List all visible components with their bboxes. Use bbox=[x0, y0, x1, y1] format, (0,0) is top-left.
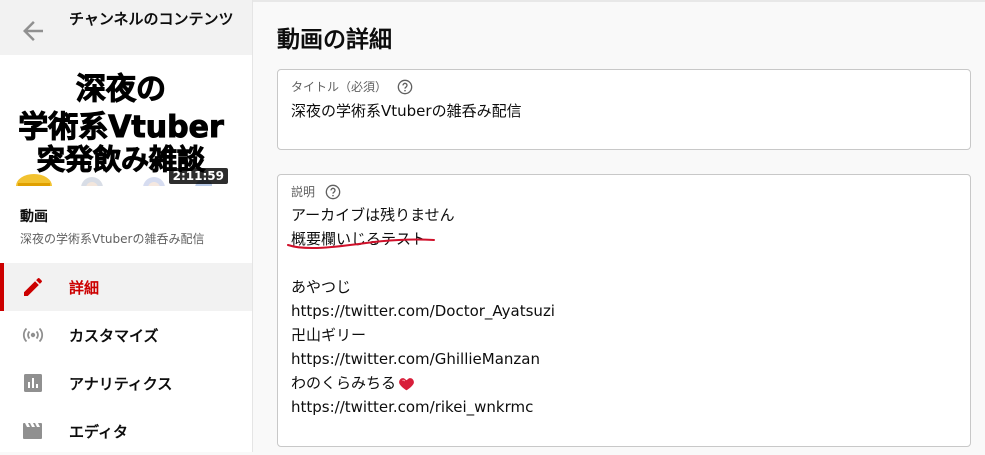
description-line-with-emoji: わのくらみちる bbox=[291, 371, 555, 395]
description-field[interactable]: 説明 アーカイブは残りません 概要欄いじるテスト あやつじ https://tw… bbox=[277, 174, 971, 447]
help-icon[interactable] bbox=[397, 79, 413, 95]
title-field[interactable]: タイトル（必須） 深夜の学術系Vtuberの雑呑み配信 bbox=[277, 69, 971, 150]
title-field-label-row: タイトル（必須） bbox=[291, 78, 413, 95]
nav-item-label: カスタマイズ bbox=[69, 326, 159, 345]
page-title: 動画の詳細 bbox=[277, 27, 392, 53]
description-line: アーカイブは残りません bbox=[291, 206, 455, 224]
description-line: 卍山ギリー bbox=[291, 326, 367, 344]
sidebar-header: チャンネルのコンテンツ bbox=[0, 0, 252, 55]
broadcast-icon bbox=[22, 327, 44, 343]
video-thumbnail[interactable]: 深夜の 学術系Vtuber 突発飲み雑談 2:11:59 bbox=[12, 62, 230, 186]
description-line: https://twitter.com/Doctor_Ayatsuzi bbox=[291, 302, 555, 320]
video-duration-badge: 2:11:59 bbox=[168, 168, 228, 184]
title-field-label: タイトル（必須） bbox=[291, 80, 388, 94]
title-input[interactable]: 深夜の学術系Vtuberの雑呑み配信 bbox=[291, 100, 522, 121]
nav-item-label: エディタ bbox=[69, 422, 128, 441]
nav-item-customize[interactable]: カスタマイズ bbox=[0, 311, 252, 359]
description-field-label: 説明 bbox=[291, 185, 316, 199]
nav-item-editor[interactable]: エディタ bbox=[0, 407, 252, 455]
channel-content-title[interactable]: チャンネルのコンテンツ bbox=[69, 9, 244, 29]
description-line: https://twitter.com/GhillieManzan bbox=[291, 350, 540, 368]
red-heart-emoji-icon bbox=[399, 378, 414, 391]
top-divider bbox=[253, 0, 985, 2]
video-section-title: 動画 bbox=[20, 209, 48, 225]
nav-item-details[interactable]: 詳細 bbox=[0, 263, 252, 311]
description-line: https://twitter.com/rikei_wnkrmc bbox=[291, 398, 534, 416]
back-arrow-icon[interactable] bbox=[18, 16, 48, 46]
description-line: あやつじ bbox=[291, 278, 352, 296]
clapperboard-icon bbox=[23, 423, 42, 439]
nav-item-label: 詳細 bbox=[69, 278, 100, 297]
description-line-text: わのくらみちる bbox=[291, 374, 397, 392]
main-content: 動画の詳細 タイトル（必須） 深夜の学術系Vtuberの雑呑み配信 説明 アーカ… bbox=[253, 0, 985, 452]
red-handwritten-underline bbox=[287, 238, 435, 250]
nav-item-analytics[interactable]: アナリティクス bbox=[0, 359, 252, 407]
description-field-label-row: 説明 bbox=[291, 183, 341, 200]
analytics-icon bbox=[24, 374, 42, 392]
help-icon[interactable] bbox=[325, 184, 341, 200]
nav-item-label: アナリティクス bbox=[69, 374, 173, 393]
pencil-icon bbox=[24, 277, 43, 296]
sidebar: チャンネルのコンテンツ 深夜の 学術系Vtuber 突発飲み雑談 2:11:59… bbox=[0, 0, 253, 452]
video-title-subtitle: 深夜の学術系Vtuberの雑呑み配信 bbox=[20, 232, 205, 246]
